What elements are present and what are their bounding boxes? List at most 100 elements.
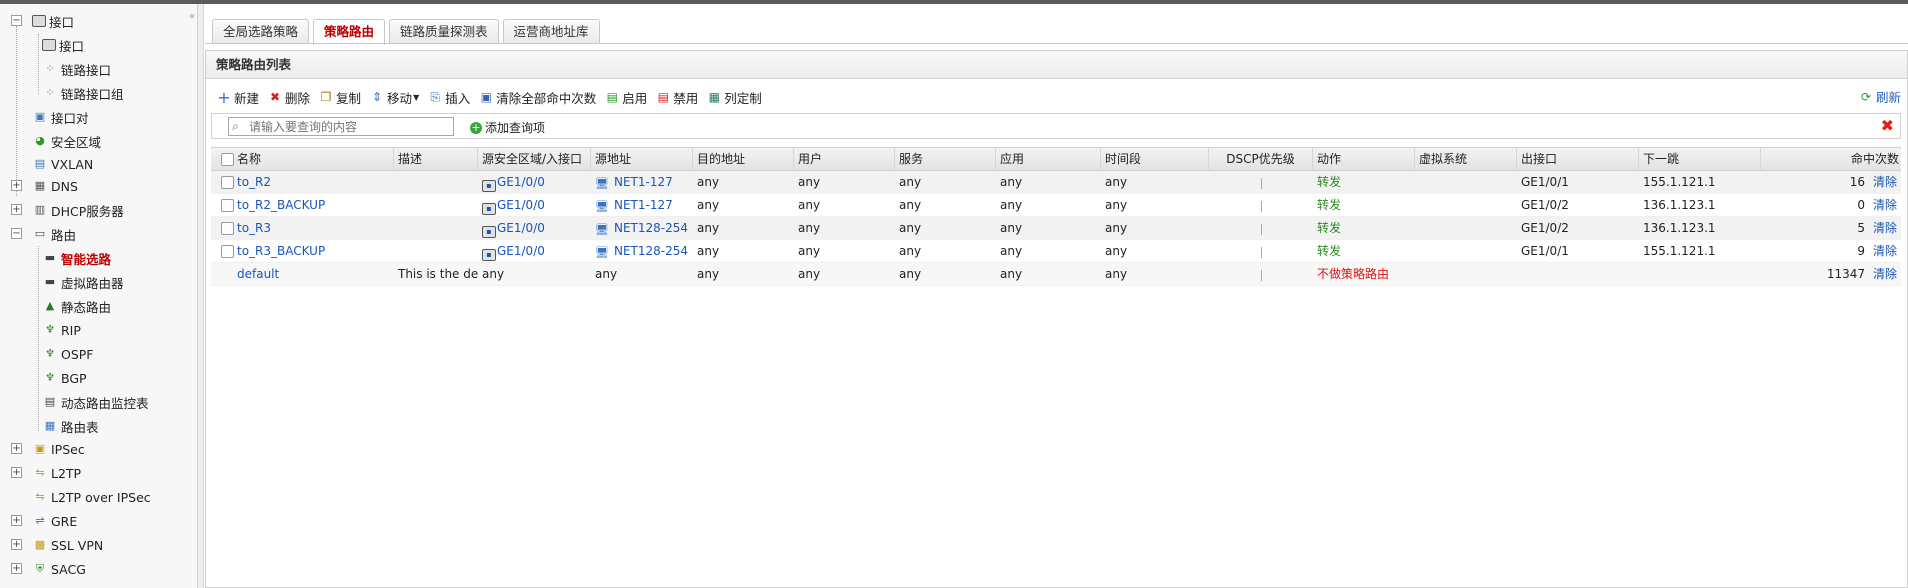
sidebar-item-dns[interactable]: ▦ DNS: [32, 175, 78, 197]
sidebar-item-route-group[interactable]: ▭ 路由: [32, 223, 76, 245]
sidebar-item-security-zone[interactable]: ◕ 安全区域: [32, 130, 101, 152]
expand-toggle-icon[interactable]: +: [11, 443, 22, 454]
table-row[interactable]: to_R2 ▪ GE1/0/0 🖥 NET1-127 any any any any…: [211, 171, 1901, 194]
add-query-button[interactable]: + 添加查询项: [470, 119, 545, 136]
route-name-link[interactable]: to_R3_BACKUP: [233, 240, 394, 263]
cell-dst: any: [697, 175, 720, 189]
sidebar-item-dynamic-route-monitor[interactable]: ▤ 动态路由监控表: [42, 391, 149, 413]
sidebar-item-ospf[interactable]: ♆ OSPF: [42, 343, 93, 365]
tab-divider: [205, 43, 1908, 44]
column-header[interactable]: 服务: [895, 148, 996, 170]
dns-icon: ▦: [34, 179, 46, 192]
collapse-sidebar-icon[interactable]: «: [187, 11, 197, 23]
expand-toggle-icon[interactable]: +: [11, 539, 22, 550]
table-row[interactable]: default This is the def… any any any any…: [211, 263, 1901, 286]
column-header[interactable]: 应用: [996, 148, 1101, 170]
route-name-link[interactable]: to_R2: [233, 171, 394, 194]
enable-button[interactable]: ▤ 启用: [604, 88, 648, 107]
column-header[interactable]: 时间段: [1101, 148, 1209, 170]
cell-app: any: [1000, 221, 1023, 235]
sidebar-item-link-interface[interactable]: ⁘ 链路接口: [42, 58, 111, 80]
sidebar-item-static-route[interactable]: ▲ 静态路由: [42, 295, 111, 317]
clear-hits-link[interactable]: 清除: [1869, 194, 1901, 217]
sidebar-item-dhcp-server[interactable]: ▥ DHCP服务器: [32, 199, 124, 221]
sidebar-item-vxlan[interactable]: ▤ VXLAN: [32, 153, 93, 175]
address-icon: 🖥: [595, 200, 609, 213]
column-header[interactable]: 描述: [394, 148, 478, 170]
column-header[interactable]: 名称: [233, 148, 394, 170]
clear-hits-link[interactable]: 清除: [1869, 240, 1901, 263]
clear-hits-link[interactable]: 清除: [1869, 263, 1901, 286]
sidebar-item-l2tp-over-ipsec[interactable]: ⇋ L2TP over IPSec: [32, 486, 150, 508]
sidebar-item-l2tp[interactable]: ⇋ L2TP: [32, 462, 81, 484]
tab-global-routing-policy[interactable]: 全局选路策略: [212, 19, 310, 44]
column-header[interactable]: 命中次数: [1761, 148, 1901, 170]
insert-button[interactable]: ⎘ 插入: [427, 88, 470, 107]
cell-out-if: GE1/0/1: [1521, 175, 1569, 189]
sidebar-item-interface[interactable]: 接口: [42, 34, 84, 56]
expand-toggle-icon[interactable]: +: [11, 467, 22, 478]
collapse-toggle-icon[interactable]: −: [11, 228, 22, 239]
table-row[interactable]: to_R3_BACKUP ▪ GE1/0/0 🖥 NET128-254 any an…: [211, 240, 1901, 263]
expand-toggle-icon[interactable]: +: [11, 563, 22, 574]
tab-policy-routing[interactable]: 策略路由: [313, 19, 386, 45]
sidebar-item-label: 虚拟路由器: [61, 275, 124, 291]
clear-search-icon[interactable]: ✖: [1881, 117, 1894, 135]
sidebar-item-label: 动态路由监控表: [61, 395, 149, 411]
refresh-button[interactable]: ⟳ 刷新: [1858, 87, 1901, 106]
sidebar-item-ssl-vpn[interactable]: ▩ SSL VPN: [32, 534, 103, 556]
sidebar-item-ipsec[interactable]: ▣ IPSec: [32, 438, 85, 460]
route-name-link[interactable]: to_R3: [233, 217, 394, 240]
column-header[interactable]: 动作: [1313, 148, 1415, 170]
sidebar-item-route-table[interactable]: ▦ 路由表: [42, 415, 99, 437]
table-row[interactable]: to_R2_BACKUP ▪ GE1/0/0 🖥 NET1-127 any any …: [211, 194, 1901, 217]
delete-button[interactable]: ✖ 删除: [267, 88, 310, 107]
new-button[interactable]: + 新建: [216, 88, 259, 107]
expand-toggle-icon[interactable]: +: [11, 515, 22, 526]
column-header[interactable]: 虚拟系统: [1415, 148, 1517, 170]
cell-src-if: ▪ GE1/0/0: [478, 171, 591, 194]
cell-service: any: [899, 221, 922, 235]
expand-toggle-icon[interactable]: +: [11, 204, 22, 215]
cell-vsys: [1415, 217, 1517, 240]
sidebar-item-interface-group[interactable]: 接口: [32, 10, 74, 32]
sidebar-item-smart-routing[interactable]: ▬ 智能选路: [42, 247, 111, 269]
disable-button[interactable]: ▤ 禁用: [655, 88, 699, 107]
route-name-link[interactable]: to_R2_BACKUP: [233, 194, 394, 217]
sidebar-item-virtual-router[interactable]: ▬ 虚拟路由器: [42, 271, 124, 293]
search-input[interactable]: [228, 117, 454, 136]
sidebar-item-link-interface-group[interactable]: ⁘ 链路接口组: [42, 82, 123, 104]
disable-button-label: 禁用: [673, 90, 699, 106]
sidebar-item-bgp[interactable]: ♆ BGP: [42, 367, 87, 389]
sidebar-item-interface-pair[interactable]: ▣ 接口对: [32, 106, 89, 128]
column-header[interactable]: 用户: [794, 148, 895, 170]
sidebar-item-rip[interactable]: ♆ RIP: [42, 319, 81, 341]
collapse-toggle-icon[interactable]: −: [11, 15, 22, 26]
address-icon: 🖥: [595, 177, 609, 190]
sidebar-splitter[interactable]: [198, 4, 204, 588]
cell-src-if: ▪ GE1/0/0: [478, 240, 591, 263]
tree-guide-line: [38, 246, 39, 431]
interface-icon: [42, 39, 56, 51]
sidebar-item-gre[interactable]: ⇌ GRE: [32, 510, 77, 532]
column-header[interactable]: 源地址: [591, 148, 693, 170]
column-header[interactable]: 目的地址: [693, 148, 794, 170]
clear-hits-link[interactable]: 清除: [1869, 171, 1901, 194]
sidebar-item-label: 接口: [59, 38, 85, 54]
column-header[interactable]: 出接口: [1517, 148, 1639, 170]
table-row[interactable]: to_R3 ▪ GE1/0/0 🖥 NET128-254 any any any a…: [211, 217, 1901, 240]
tab-isp-address-library[interactable]: 运营商地址库: [502, 19, 600, 44]
move-button[interactable]: ⇕ 移动 ▼: [369, 88, 419, 107]
column-header[interactable]: 下一跳: [1639, 148, 1761, 170]
route-name-link[interactable]: default: [233, 263, 394, 286]
expand-toggle-icon[interactable]: +: [11, 180, 22, 191]
clear-all-hits-button[interactable]: ▣ 清除全部命中次数: [478, 88, 597, 107]
sidebar-item-sacg[interactable]: ⛨ SACG: [32, 558, 86, 580]
column-header[interactable]: DSCP优先级: [1209, 148, 1313, 170]
copy-button[interactable]: ❐ 复制: [318, 88, 361, 107]
tab-link-quality-probe[interactable]: 链路质量探测表: [389, 19, 499, 44]
column-header[interactable]: 源安全区域/入接口: [478, 148, 591, 170]
customize-columns-button[interactable]: ▦ 列定制: [706, 88, 762, 107]
copy-button-label: 复制: [336, 90, 362, 106]
clear-hits-link[interactable]: 清除: [1869, 217, 1901, 240]
